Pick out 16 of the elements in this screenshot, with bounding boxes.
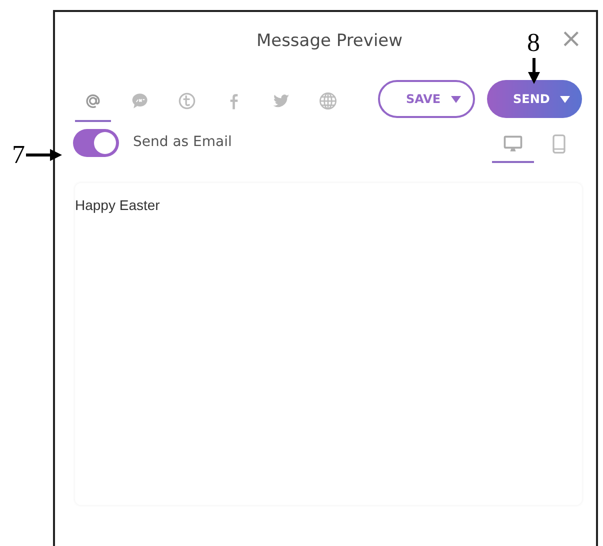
- caret-icon: [451, 96, 461, 102]
- toggle-label: Send as Email: [133, 134, 232, 150]
- send-button[interactable]: SEND: [487, 80, 582, 118]
- callout-number: 8: [527, 28, 540, 58]
- arrow-icon: [26, 149, 62, 161]
- save-button[interactable]: SAVE: [378, 80, 475, 118]
- circle-t-icon: [176, 90, 198, 112]
- callout-number: 7: [12, 140, 25, 170]
- toggle-switch[interactable]: [73, 129, 119, 157]
- message-text: Happy Easter: [75, 197, 160, 213]
- caret-icon: [560, 96, 570, 102]
- globe-icon: [317, 90, 339, 112]
- dialog-title: Message Preview: [256, 31, 403, 51]
- close-button[interactable]: ×: [560, 26, 582, 52]
- device-tab[interactable]: [492, 133, 534, 163]
- arrow-icon: [528, 58, 540, 84]
